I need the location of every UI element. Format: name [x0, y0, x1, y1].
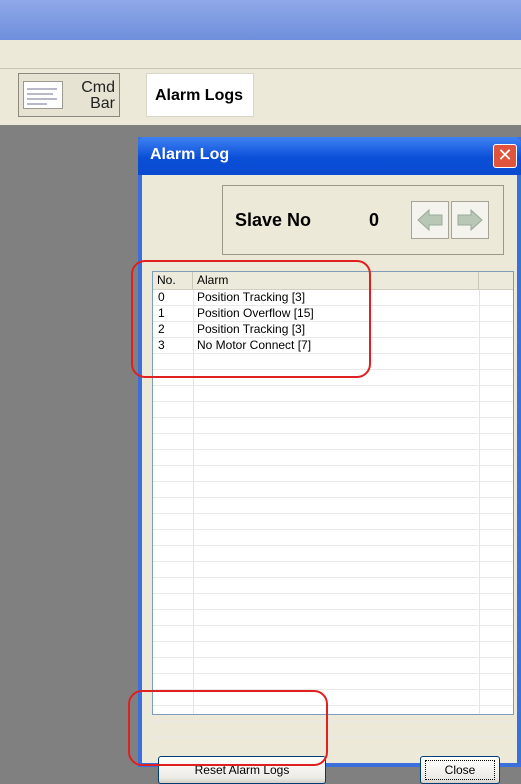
list-row[interactable]: 0 Position Tracking [3]	[153, 290, 513, 306]
list-row[interactable]: 2 Position Tracking [3]	[153, 322, 513, 338]
row-alarm: Position Tracking [3]	[197, 290, 306, 304]
empty-row	[153, 626, 513, 642]
slave-no-value: 0	[369, 210, 380, 230]
app-title-bar	[0, 0, 521, 40]
empty-row	[153, 658, 513, 674]
row-no: 2	[158, 322, 165, 336]
empty-row	[153, 354, 513, 370]
empty-row	[153, 706, 513, 722]
list-rows: 0 Position Tracking [3] 1 Position Overflo…	[153, 290, 513, 738]
slave-panel: Slave No 0	[222, 185, 504, 255]
empty-row	[153, 434, 513, 450]
empty-row	[153, 498, 513, 514]
empty-row	[153, 722, 513, 738]
empty-row	[153, 466, 513, 482]
empty-row	[153, 594, 513, 610]
empty-row	[153, 530, 513, 546]
arrow-right-icon	[457, 208, 483, 232]
toolbar-thumbnail-icon	[23, 81, 63, 109]
row-no: 0	[158, 290, 165, 304]
previous-slave-button[interactable]	[411, 201, 449, 239]
empty-row	[153, 690, 513, 706]
close-icon[interactable]: ✕	[493, 144, 517, 168]
empty-row	[153, 562, 513, 578]
close-button[interactable]: Close	[420, 756, 500, 784]
list-row[interactable]: 3 No Motor Connect [7]	[153, 338, 513, 354]
row-alarm: No Motor Connect [7]	[197, 338, 312, 352]
next-slave-button[interactable]	[451, 201, 489, 239]
column-header-no[interactable]: No.	[153, 272, 193, 289]
dialog-body: Slave No 0 No. Alarm 0 Position Tracking…	[142, 175, 517, 784]
empty-row	[153, 514, 513, 530]
cmd-bar-button[interactable]: Cmd Bar	[18, 73, 120, 117]
arrow-left-icon	[417, 208, 443, 232]
row-no: 3	[158, 338, 165, 352]
empty-row	[153, 370, 513, 386]
row-no: 1	[158, 306, 165, 320]
alarm-list[interactable]: No. Alarm 0 Position Tracking [3] 1 Positi…	[152, 271, 514, 738]
alarm-logs-tab[interactable]: Alarm Logs	[146, 73, 254, 117]
empty-row	[153, 610, 513, 626]
empty-row	[153, 482, 513, 498]
list-header: No. Alarm	[153, 272, 513, 290]
empty-row	[153, 578, 513, 594]
empty-row	[153, 642, 513, 658]
slave-no-label: Slave No	[235, 210, 312, 230]
alarm-log-dialog: Alarm Log ✕ Slave No 0 No. Alarm 0 Posit…	[138, 137, 521, 784]
empty-row	[153, 674, 513, 690]
empty-row	[153, 386, 513, 402]
empty-row	[153, 402, 513, 418]
dialog-title: Alarm Log	[150, 146, 230, 163]
list-row[interactable]: 1 Position Overflow [15]	[153, 306, 513, 322]
reset-alarm-logs-button[interactable]: Reset Alarm Logs	[158, 756, 326, 784]
toolbar: Cmd Bar Alarm Logs	[0, 69, 521, 125]
dialog-title-bar[interactable]: Alarm Log ✕	[138, 137, 521, 175]
menu-bar	[0, 40, 521, 69]
row-alarm: Position Overflow [15]	[197, 306, 314, 320]
empty-row	[153, 450, 513, 466]
close-button-label: Close	[425, 760, 495, 780]
row-alarm: Position Tracking [3]	[197, 322, 306, 336]
empty-row	[153, 418, 513, 434]
empty-row	[153, 546, 513, 562]
column-header-alarm[interactable]: Alarm	[193, 272, 479, 289]
cmd-bar-label: Cmd Bar	[81, 79, 115, 112]
column-header-extra[interactable]	[479, 272, 513, 289]
